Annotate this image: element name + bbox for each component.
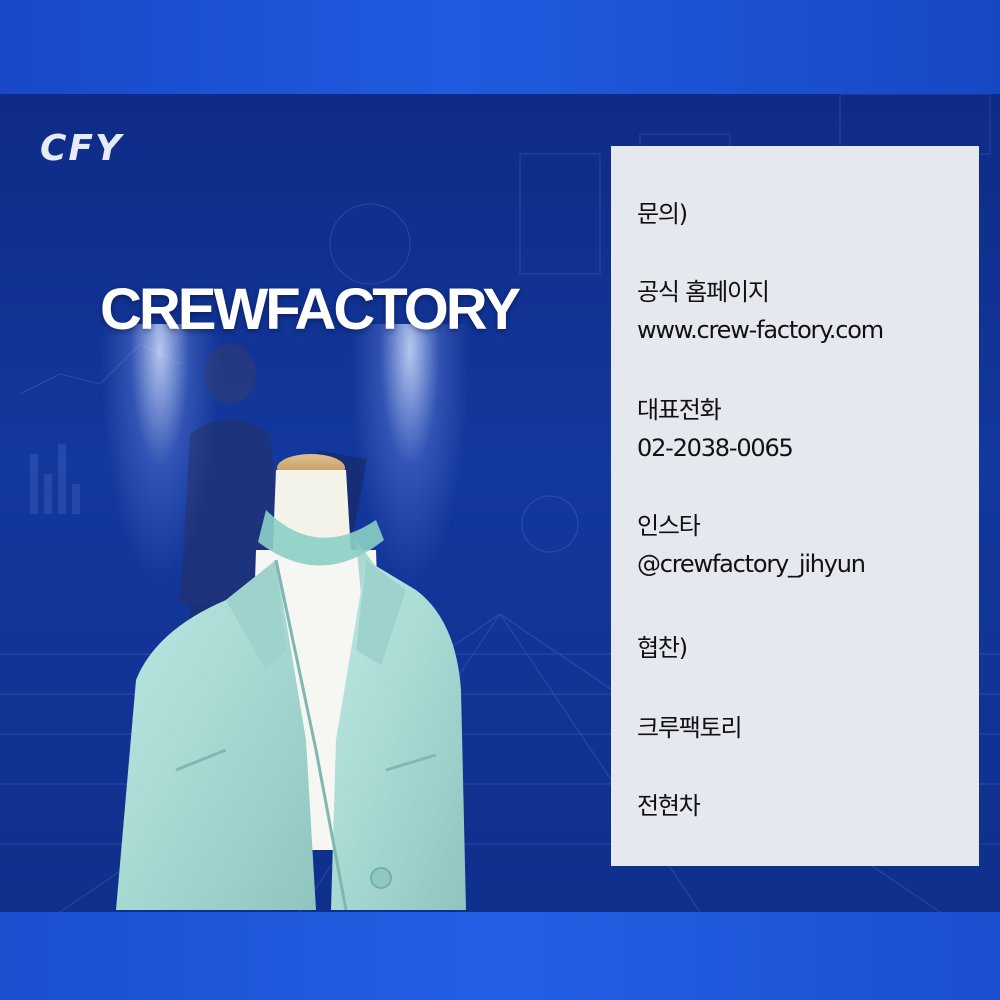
homepage-url: www.crew-factory.com: [637, 316, 884, 344]
cfy-logo: CFY: [40, 128, 124, 169]
phone-number: 02-2038-0065: [637, 434, 794, 462]
inquiry-label: 문의): [637, 200, 688, 228]
brand-title: CREWFACTORY: [100, 277, 521, 342]
bottom-band: [0, 912, 1000, 1000]
top-band: [0, 0, 1000, 94]
instagram-handle: @crewfactory_jihyun: [637, 550, 866, 578]
sponsor-item-1: 크루팩토리: [637, 714, 743, 742]
info-panel: 문의) 공식 홈페이지 www.crew-factory.com 대표전화 02…: [611, 146, 979, 866]
phone-label: 대표전화: [637, 396, 722, 424]
homepage-label: 공식 홈페이지: [637, 278, 770, 306]
sponsor-label: 협찬): [637, 634, 688, 662]
instagram-label: 인스타: [637, 512, 701, 540]
sponsor-item-2: 전현차: [637, 792, 701, 820]
mannequin-jacket-icon: [116, 454, 466, 910]
